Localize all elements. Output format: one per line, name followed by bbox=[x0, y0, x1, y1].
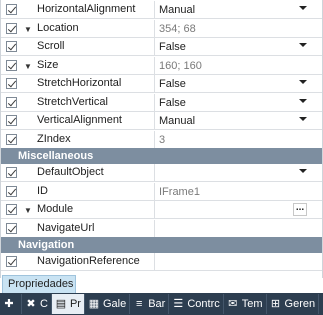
property-row-module[interactable]: ▼ Module... bbox=[1, 201, 322, 219]
bottom-tab-database[interactable]: ≡ Bar bbox=[130, 294, 170, 314]
column-divider bbox=[154, 112, 155, 130]
property-row-scroll[interactable]: Scroll False bbox=[1, 38, 322, 56]
database-icon: ≡ bbox=[135, 298, 143, 310]
ellipsis-button[interactable]: ... bbox=[293, 203, 307, 216]
property-name: DefaultObject bbox=[37, 166, 104, 178]
property-value[interactable]: 354; 68 bbox=[159, 23, 196, 35]
category-navigation[interactable]: Navigation bbox=[1, 237, 322, 253]
gallery-icon: ▦ bbox=[88, 298, 100, 310]
property-name: NavigationReference bbox=[37, 255, 140, 267]
manager-icon: ⊞ bbox=[270, 298, 281, 310]
property-name: Scroll bbox=[37, 40, 65, 52]
property-value[interactable]: False bbox=[159, 78, 186, 90]
checkbox[interactable] bbox=[6, 167, 17, 178]
checkbox[interactable] bbox=[6, 41, 17, 52]
column-divider bbox=[154, 56, 155, 75]
property-value[interactable]: False bbox=[159, 41, 186, 53]
checkbox[interactable] bbox=[6, 78, 17, 89]
tab-label: Bar bbox=[148, 298, 166, 310]
checkbox[interactable] bbox=[6, 4, 17, 15]
property-name: Location bbox=[37, 21, 79, 34]
property-name: HorizontalAlignment bbox=[37, 3, 136, 15]
expand-caret-icon[interactable]: ▼ bbox=[24, 62, 32, 71]
property-name: StretchHorizontal bbox=[37, 77, 122, 89]
property-value[interactable]: False bbox=[159, 97, 186, 109]
properties-icon: ▤ bbox=[55, 298, 67, 310]
checkbox[interactable] bbox=[6, 185, 17, 197]
dropdown-arrow-icon[interactable] bbox=[299, 6, 307, 10]
category-miscellaneous[interactable]: Miscellaneous bbox=[1, 148, 322, 164]
bottom-tab-gallery[interactable]: ▦ Gale bbox=[85, 294, 131, 314]
column-divider bbox=[154, 253, 155, 271]
checkbox[interactable] bbox=[6, 204, 17, 215]
property-row-zindex[interactable]: ZIndex 3 bbox=[1, 130, 322, 149]
property-value[interactable]: Manual bbox=[159, 115, 195, 127]
tab-label: Gale bbox=[102, 298, 127, 310]
tab-label: Pr bbox=[69, 298, 81, 310]
property-name: VerticalAlignment bbox=[37, 114, 122, 126]
bottom-tab-bar: ✚ ✖ C ▤ Pr ▦ Gale ≡ Bar ☰ Contrc ✉ Tem ⊞ Geren bbox=[0, 293, 323, 315]
property-row-id[interactable]: ID IFrame1 bbox=[1, 182, 322, 201]
column-divider bbox=[154, 182, 155, 201]
bottom-tab-puzzle[interactable]: ✚ bbox=[0, 294, 22, 314]
property-name: ID bbox=[37, 184, 48, 197]
column-divider bbox=[154, 38, 155, 56]
checkbox[interactable] bbox=[6, 22, 17, 34]
tab-label: Tem bbox=[241, 298, 263, 310]
tab-label: C bbox=[40, 298, 48, 310]
checkbox[interactable] bbox=[6, 256, 17, 267]
dropdown-arrow-icon[interactable] bbox=[299, 80, 307, 84]
bottom-tab-manager[interactable]: ⊞ Geren bbox=[267, 294, 320, 314]
template-icon: ✉ bbox=[228, 298, 238, 310]
expand-caret-icon[interactable]: ▼ bbox=[24, 206, 32, 215]
property-row-size[interactable]: ▼ Size 160; 160 bbox=[1, 56, 322, 75]
tab-label: Geren bbox=[284, 298, 316, 310]
controls-icon: ☰ bbox=[173, 298, 184, 310]
property-name: Module bbox=[37, 203, 74, 215]
property-name: NavigateUrl bbox=[37, 221, 95, 234]
bottom-tab-template[interactable]: ✉ Tem bbox=[224, 294, 267, 314]
tab-label: Contrc bbox=[187, 298, 220, 310]
property-row-location[interactable]: ▼ Location 354; 68 bbox=[1, 19, 322, 38]
checkbox[interactable] bbox=[6, 96, 17, 108]
column-divider bbox=[154, 219, 155, 238]
property-row-stretchhorizontal[interactable]: StretchHorizontal False bbox=[1, 75, 322, 93]
bottom-tab-tools[interactable]: ✖ C bbox=[22, 294, 52, 314]
property-row-stretchvertical[interactable]: StretchVertical False bbox=[1, 93, 322, 112]
dropdown-arrow-icon[interactable] bbox=[299, 117, 307, 121]
property-name: Size bbox=[37, 58, 59, 71]
property-row-defaultobject[interactable]: DefaultObject bbox=[1, 164, 322, 182]
column-divider bbox=[154, 1, 155, 19]
property-row-navigateurl[interactable]: NavigateUrl bbox=[1, 219, 322, 238]
column-divider bbox=[154, 93, 155, 112]
tools-icon: ✖ bbox=[26, 298, 36, 310]
property-name: StretchVertical bbox=[37, 95, 108, 108]
column-divider bbox=[154, 164, 155, 182]
property-name: ZIndex bbox=[37, 132, 71, 145]
property-value[interactable]: 160; 160 bbox=[159, 60, 202, 72]
bottom-tab-controls[interactable]: ☰ Contrc bbox=[169, 294, 224, 314]
property-value[interactable]: Manual bbox=[159, 4, 195, 16]
property-row-verticalalignment[interactable]: VerticalAlignment Manual bbox=[1, 112, 322, 130]
dropdown-arrow-icon[interactable] bbox=[299, 169, 307, 173]
column-divider bbox=[154, 130, 155, 149]
checkbox[interactable] bbox=[6, 222, 17, 234]
column-divider bbox=[154, 19, 155, 38]
checkbox[interactable] bbox=[6, 59, 17, 71]
bottom-tab-properties[interactable]: ▤ Pr bbox=[51, 294, 85, 314]
property-value[interactable]: IFrame1 bbox=[159, 186, 200, 198]
checkbox[interactable] bbox=[6, 115, 17, 126]
checkbox[interactable] bbox=[6, 133, 17, 145]
tab-propriedades[interactable]: Propriedades bbox=[2, 275, 76, 293]
puzzle-icon: ✚ bbox=[4, 298, 14, 310]
dropdown-arrow-icon[interactable] bbox=[299, 43, 307, 47]
expand-caret-icon[interactable]: ▼ bbox=[24, 25, 32, 34]
dropdown-arrow-icon[interactable] bbox=[299, 98, 307, 103]
property-value[interactable]: 3 bbox=[159, 134, 165, 146]
property-grid: HorizontalAlignment Manual ▼ Location 354; 6… bbox=[0, 0, 323, 278]
property-row-navigationreference[interactable]: NavigationReference bbox=[1, 253, 322, 271]
property-row-horizontalalignment[interactable]: HorizontalAlignment Manual bbox=[1, 1, 322, 19]
column-divider bbox=[154, 201, 155, 219]
column-divider bbox=[154, 75, 155, 93]
